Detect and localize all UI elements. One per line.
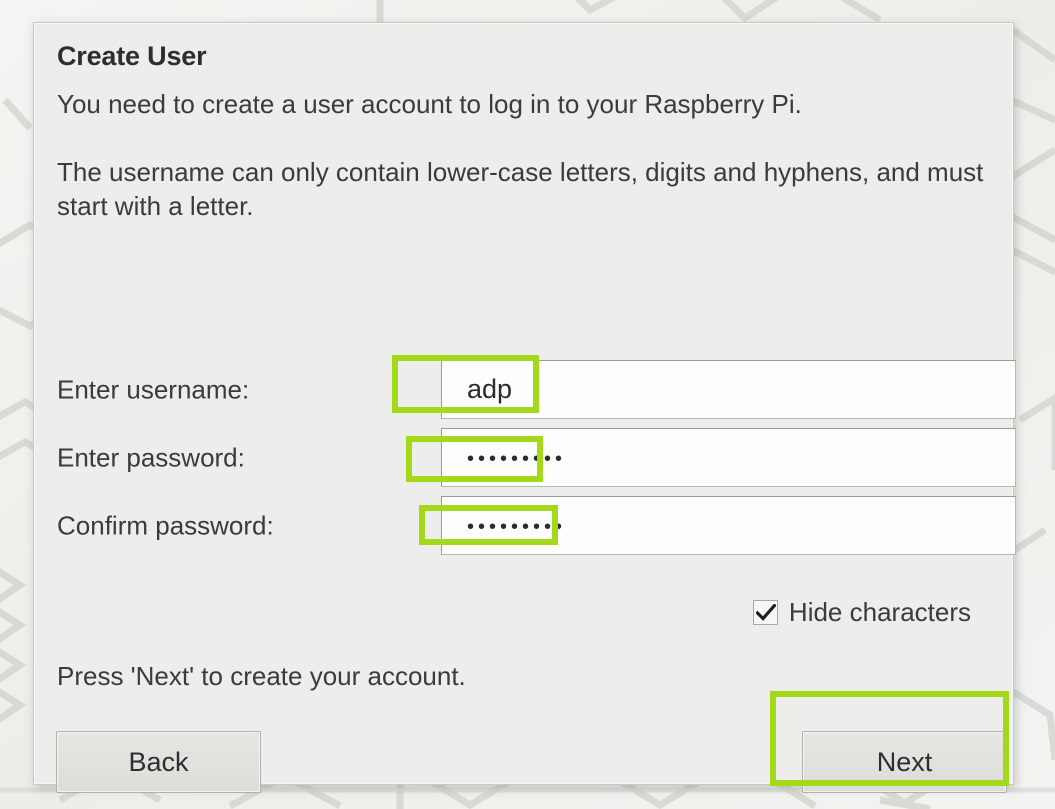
hide-characters-label: Hide characters <box>788 597 971 627</box>
password-field-wrap: ••••••••• <box>441 428 1016 487</box>
footer-note: Press 'Next' to create your account. <box>57 661 466 691</box>
username-label: Enter username: <box>57 374 250 405</box>
confirm-password-row: Confirm password: ••••••••• <box>56 492 1016 560</box>
password-row: Enter password: ••••••••• <box>56 424 1016 492</box>
desktop: Create User You need to create a user ac… <box>0 0 1055 809</box>
dialog-buttons: Back Next <box>56 731 1015 793</box>
username-row: Enter username: adp <box>56 356 1016 424</box>
next-button[interactable]: Next <box>802 731 1007 793</box>
back-button[interactable]: Back <box>56 731 261 793</box>
page-title: Create User <box>57 41 207 71</box>
check-icon <box>755 604 776 621</box>
user-form: Enter username: adp Enter password: ••••… <box>56 356 1016 560</box>
password-masked-value: ••••••••• <box>467 447 567 470</box>
dialog-content: Create User You need to create a user ac… <box>34 23 1016 793</box>
confirm-password-input[interactable]: ••••••••• <box>441 496 1016 555</box>
create-user-dialog: Create User You need to create a user ac… <box>33 22 1016 793</box>
username-rules-paragraph: The username can only contain lower-case… <box>57 156 984 221</box>
hide-characters-checkbox[interactable] <box>752 600 778 625</box>
hide-characters-row[interactable]: Hide characters <box>34 597 993 628</box>
confirm-password-label: Confirm password: <box>57 510 274 541</box>
confirm-password-field-wrap: ••••••••• <box>441 496 1016 555</box>
username-field-wrap: adp <box>441 360 1016 419</box>
password-input[interactable]: ••••••••• <box>441 428 1016 487</box>
confirm-password-masked-value: ••••••••• <box>467 515 567 538</box>
intro-paragraph: You need to create a user account to log… <box>57 89 802 119</box>
username-input[interactable]: adp <box>441 360 1016 419</box>
password-label: Enter password: <box>57 442 245 473</box>
